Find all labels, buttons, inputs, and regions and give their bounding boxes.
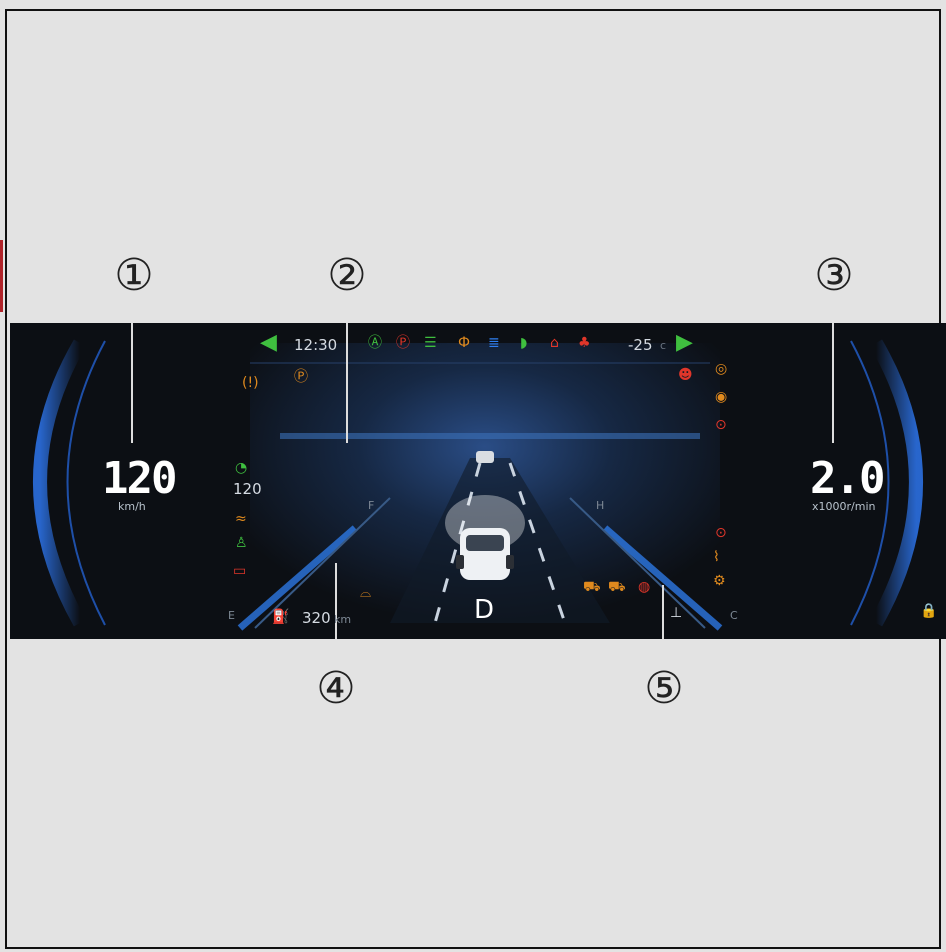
leader-line-2 <box>346 323 348 443</box>
temp-unit: c <box>660 339 667 352</box>
position-lamp-icon: ☰ <box>424 335 437 351</box>
brake-wear-icon: ◉ <box>715 389 728 405</box>
tpms-icon: ◍ <box>638 579 651 595</box>
fuel-empty-label: E <box>228 609 235 622</box>
battery-icon: ▭ <box>233 563 247 579</box>
callout-3: ③ <box>814 250 854 301</box>
abs-icon: ⊙ <box>715 417 727 433</box>
fuel-pump-icon: ⛽ <box>272 609 290 625</box>
tach-unit: x1000r/min <box>812 500 876 513</box>
leader-line-4 <box>335 563 337 639</box>
seat-icon: ♙ <box>235 535 248 551</box>
door-open-icon: ⌂ <box>550 335 559 351</box>
callout-4: ④ <box>316 663 356 714</box>
page-edge-mark <box>0 240 3 312</box>
engine-check-icon: ⚙ <box>713 573 726 589</box>
cruise-speed: 120 <box>233 480 262 498</box>
callout-2: ② <box>327 250 367 301</box>
rear-fog-icon: Ф <box>458 335 471 351</box>
lane-assist-icon: ⌓ <box>360 585 372 601</box>
turn-left-icon: ◀ <box>260 330 277 355</box>
fuel-full-label: F <box>368 499 375 512</box>
front-fog-icon: ◗ <box>520 335 528 351</box>
epb-icon: Ⓟ <box>294 369 308 385</box>
range-unit: km <box>334 613 352 626</box>
speed-unit: km/h <box>118 500 146 513</box>
temp-cold-label: C <box>730 609 738 622</box>
brake-fault-icon: ⊙ <box>715 525 727 541</box>
coolant-icon: ⊥ <box>670 605 683 621</box>
esp-off-icon: ≈ <box>235 511 247 527</box>
gear-indicator: D <box>474 595 495 625</box>
turn-right-icon: ▶ <box>676 330 693 355</box>
front-car-icon: ⛟ <box>583 579 601 595</box>
callout-5: ⑤ <box>644 663 684 714</box>
instrument-cluster: 120 km/h 2.0 x1000r/min ◀ 12:30 Ⓐ Ⓟ ☰ Ф … <box>10 323 946 639</box>
rear-car-icon: ⛟ <box>608 579 626 595</box>
auto-hold-icon: Ⓐ <box>368 335 382 351</box>
seatbelt-icon: ♣ <box>578 335 591 351</box>
temp-hot-label: H <box>596 499 605 512</box>
outside-temp: -25 <box>628 336 653 354</box>
high-beam-icon: ≣ <box>488 335 500 351</box>
leader-line-3 <box>832 323 834 443</box>
clock: 12:30 <box>294 336 338 354</box>
range-value: 320 <box>302 609 331 627</box>
parking-brake-icon: Ⓟ <box>396 335 410 351</box>
speed-value: 120 <box>102 453 177 504</box>
lock-icon: 🔒 <box>920 603 938 619</box>
oil-pressure-icon: ⌇ <box>713 549 720 565</box>
callout-1: ① <box>114 250 154 301</box>
tach-value: 2.0 <box>810 453 885 504</box>
tire-pressure-icon: (!) <box>242 375 259 391</box>
steering-icon: ◎ <box>715 361 728 377</box>
airbag-icon: ☻ <box>678 367 693 383</box>
leader-line-5 <box>662 585 664 639</box>
leader-line-1 <box>131 323 133 443</box>
cruise-icon: ◔ <box>235 460 248 476</box>
